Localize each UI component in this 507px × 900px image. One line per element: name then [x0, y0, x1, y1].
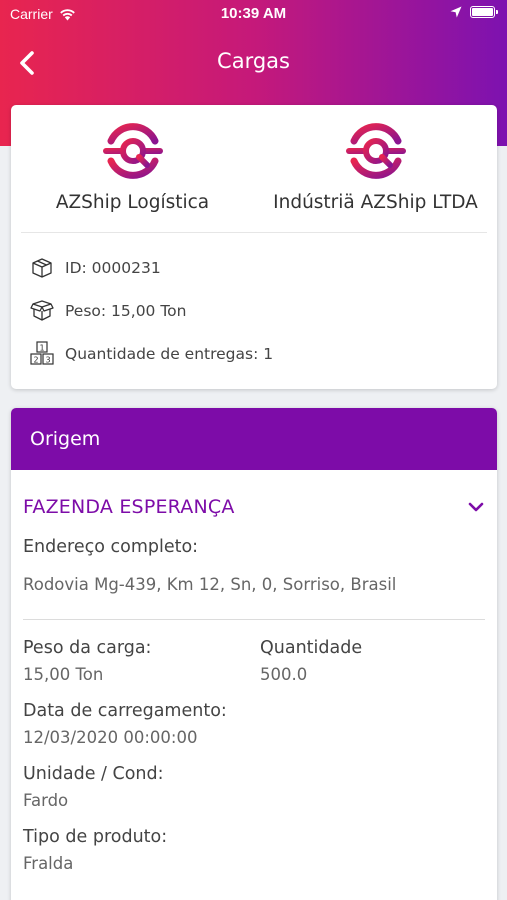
company-name: Indústriä AZShip LTDA [273, 192, 478, 213]
location-arrow-icon [450, 6, 462, 18]
svg-text:3: 3 [45, 355, 50, 364]
page-title: Cargas [217, 49, 290, 73]
divider [21, 232, 487, 233]
loading-date-value: 12/03/2020 00:00:00 [23, 728, 198, 747]
address-label: Endereço completo: [23, 537, 199, 557]
origin-header: Origem [11, 408, 497, 470]
cargo-weight-text: Peso: 15,00 Ton [65, 301, 187, 320]
navigation-bar: Cargas [0, 38, 507, 86]
azship-logo-icon [345, 123, 406, 179]
numbered-blocks-icon: 1 2 3 [29, 340, 55, 367]
svg-text:2: 2 [33, 355, 38, 364]
divider [23, 619, 485, 620]
loading-date-row: Data de carregamento: 12/03/2020 00:00:0… [11, 701, 497, 747]
azship-logo-icon [102, 123, 163, 179]
weight-value: 15,00 Ton [23, 665, 104, 684]
open-box-icon [29, 298, 55, 324]
unit-label: Unidade / Cond: [23, 764, 164, 784]
product-type-value: Fralda [23, 854, 74, 873]
unit-row: Unidade / Cond: Fardo [11, 764, 497, 810]
weight-label: Peso da carga: [23, 638, 152, 658]
product-type-row: Tipo de produto: Fralda [11, 827, 497, 873]
cargo-id-row: ID: 0000231 [11, 246, 497, 289]
cargo-id-text: ID: 0000231 [65, 258, 161, 277]
address-value: Rodovia Mg-439, Km 12, Sn, 0, Sorriso, B… [23, 575, 397, 594]
quantity-label: Quantidade [260, 638, 363, 658]
unit-value: Fardo [23, 791, 69, 810]
cargo-summary-card: AZShip Logística Indústriä AZShip LTDA I… [11, 105, 497, 389]
status-time: 10:39 AM [220, 5, 287, 22]
companies-row: AZShip Logística Indústriä AZShip LTDA [11, 105, 497, 232]
weight-quantity-row: Peso da carga: 15,00 Ton Quantidade 500.… [11, 638, 497, 684]
deliveries-row: 1 2 3 Quantidade de entregas: 1 [11, 332, 497, 375]
deliveries-text: Quantidade de entregas: 1 [65, 344, 274, 363]
product-type-label: Tipo de produto: [23, 827, 168, 847]
quantity-value: 500.0 [260, 665, 308, 684]
company-shipper: AZShip Logística [11, 105, 254, 232]
origin-place-name: FAZENDA ESPERANÇA [23, 496, 235, 518]
origin-place-toggle[interactable]: FAZENDA ESPERANÇA [11, 470, 497, 544]
chevron-down-icon[interactable] [465, 496, 487, 518]
package-icon [29, 255, 55, 281]
loading-date-label: Data de carregamento: [23, 701, 227, 721]
company-name: AZShip Logística [55, 192, 210, 213]
company-recipient: Indústriä AZShip LTDA [254, 105, 497, 232]
status-bar: Carrier 10:39 AM [0, 0, 507, 30]
battery-icon [470, 6, 498, 18]
svg-text:1: 1 [39, 343, 44, 352]
cargo-weight-row: Peso: 15,00 Ton [11, 289, 497, 332]
origin-card: Origem FAZENDA ESPERANÇA Endereço comple… [11, 408, 497, 900]
status-right [450, 6, 498, 18]
